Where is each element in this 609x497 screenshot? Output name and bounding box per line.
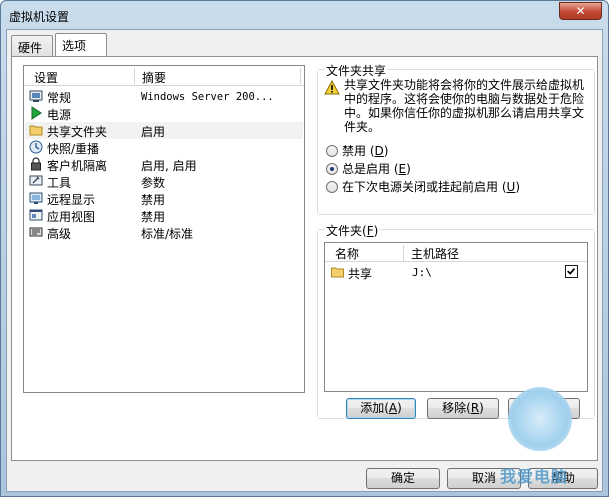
list-item-advanced[interactable]: 高级 标准/标准 — [25, 224, 303, 241]
tools-icon — [29, 175, 43, 186]
list-item-guest-isolation[interactable]: 客户机隔离 启用, 启用 — [25, 156, 303, 173]
close-button[interactable]: ✕ — [559, 2, 602, 20]
button-label: 移除 — [442, 401, 467, 415]
list-item-label: 应用视图 — [47, 210, 96, 224]
close-icon: ✕ — [575, 4, 586, 18]
options-panel: 设置 摘要 常规 Windows Server 200... 电源 共享文件夹 … — [11, 56, 598, 461]
list-item-summary: Windows Server 200... — [141, 91, 274, 103]
list-item-remote-display[interactable]: 远程显示 禁用 — [25, 190, 303, 207]
settings-list-header: 设置 摘要 — [24, 66, 304, 86]
remove-folder-button[interactable]: 移除(R) — [427, 398, 499, 419]
snapshot-icon — [29, 140, 43, 154]
folder-sharing-title: 文件夹共享 — [324, 62, 389, 79]
radio-disabled[interactable]: 禁用 (D) — [326, 142, 388, 158]
list-item-tools[interactable]: 工具 参数 — [25, 173, 303, 190]
radio-button-selected[interactable] — [326, 163, 338, 175]
list-item-summary: 禁用 — [141, 210, 166, 224]
list-item-label: 快照/重播 — [47, 142, 100, 156]
list-item-app-view[interactable]: 应用视图 禁用 — [25, 207, 303, 224]
access-key: U — [506, 180, 516, 194]
remote-display-icon — [29, 192, 43, 204]
list-item-label: 共享文件夹 — [47, 125, 108, 139]
power-play-icon — [31, 106, 42, 120]
radio-always-enabled[interactable]: 总是启用 (E) — [326, 160, 411, 176]
folder-icon — [331, 267, 344, 278]
button-label: 取消 — [471, 471, 496, 485]
list-item-label: 工具 — [47, 176, 72, 190]
app-view-icon — [29, 209, 43, 221]
add-folder-button[interactable]: 添加(A) — [346, 398, 416, 419]
radio-label: 禁用 — [342, 144, 367, 158]
lock-icon — [31, 157, 41, 171]
warning-icon — [324, 80, 340, 95]
tab-hardware[interactable]: 硬件 — [11, 35, 53, 56]
general-icon — [29, 90, 43, 102]
folder-sharing-warning: 共享文件夹功能将会将你的文件展示给虚拟机中的程序。这将会使你的电脑与数据处于危险… — [344, 78, 585, 134]
list-item-summary: 禁用 — [141, 193, 166, 207]
list-item-label: 客户机隔离 — [47, 159, 108, 173]
tab-options[interactable]: 选项 — [55, 33, 107, 56]
radio-until-power-off[interactable]: 在下次电源关闭或挂起前启用 (U) — [326, 178, 520, 194]
folder-sharing-group: 文件夹共享 共享文件夹功能将会将你的文件展示给虚拟机中的程序。这将会使你的电脑与… — [317, 62, 595, 215]
list-item-summary: 启用, 启用 — [141, 159, 197, 173]
watermark-logo — [508, 387, 572, 451]
access-key: A — [388, 401, 398, 415]
list-item-label: 远程显示 — [47, 193, 96, 207]
tab-hardware-label: 硬件 — [18, 41, 43, 55]
access-key: F — [366, 224, 374, 238]
list-item-label: 常规 — [47, 91, 72, 105]
button-label: 确定 — [390, 471, 415, 485]
list-item-summary: 参数 — [141, 176, 166, 190]
ok-button[interactable]: 确定 — [366, 468, 440, 489]
radio-button[interactable] — [326, 181, 338, 193]
folders-title-text: 文件夹 — [326, 224, 363, 238]
column-header-host-path[interactable]: 主机路径 — [411, 245, 459, 262]
checkmark-icon — [567, 267, 576, 275]
radio-label: 在下次电源关闭或挂起前启用 — [342, 180, 499, 194]
tab-options-label: 选项 — [62, 39, 87, 53]
button-label: 添加 — [360, 401, 385, 415]
title-bar[interactable]: 虚拟机设置 ✕ — [1, 1, 608, 29]
folder-row[interactable]: 共享 J:\ — [326, 263, 586, 281]
folders-list-header: 名称 主机路径 — [325, 243, 587, 262]
folders-title: 文件夹(F) — [324, 222, 381, 239]
access-key: D — [374, 144, 384, 158]
list-item-label: 电源 — [47, 108, 72, 122]
list-item-power[interactable]: 电源 — [25, 105, 303, 122]
folder-enabled-checkbox[interactable] — [565, 265, 578, 278]
access-key: E — [398, 162, 407, 176]
advanced-icon — [29, 227, 43, 237]
column-header-summary[interactable]: 摘要 — [142, 69, 166, 86]
column-divider[interactable] — [134, 68, 135, 84]
folder-host-path: J:\ — [412, 266, 432, 279]
radio-label: 总是启用 — [342, 162, 391, 176]
window-title: 虚拟机设置 — [9, 10, 70, 24]
list-item-general[interactable]: 常规 Windows Server 200... — [25, 88, 303, 105]
list-item-summary: 启用 — [141, 125, 166, 139]
column-divider[interactable] — [300, 68, 301, 84]
list-item-summary: 标准/标准 — [141, 227, 194, 241]
list-item-snapshots[interactable]: 快照/重播 — [25, 139, 303, 156]
settings-list[interactable]: 设置 摘要 常规 Windows Server 200... 电源 共享文件夹 … — [23, 65, 305, 393]
vm-settings-window: 虚拟机设置 ✕ 硬件 选项 设置 摘要 常规 Windows Server 20… — [0, 0, 609, 497]
watermark-text: 我爱电脑 — [500, 467, 569, 486]
column-header-name[interactable]: 名称 — [335, 245, 359, 262]
shared-folders-list[interactable]: 名称 主机路径 共享 J:\ — [324, 242, 588, 392]
column-divider[interactable] — [403, 245, 404, 261]
list-item-label: 高级 — [47, 227, 72, 241]
list-item-shared-folders[interactable]: 共享文件夹 启用 — [25, 122, 303, 139]
column-header-settings[interactable]: 设置 — [34, 69, 58, 86]
access-key: R — [470, 401, 480, 415]
folder-name: 共享 — [348, 267, 373, 281]
radio-button[interactable] — [326, 145, 338, 157]
folder-icon — [29, 125, 43, 136]
